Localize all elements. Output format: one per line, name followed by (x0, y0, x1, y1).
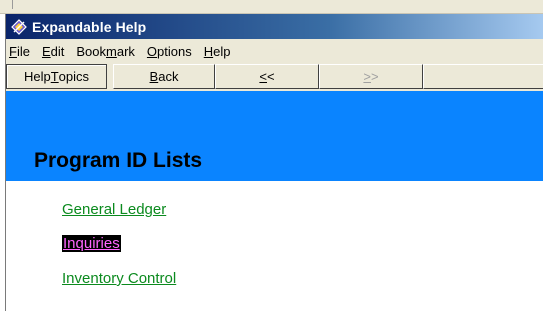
menu-bookmark[interactable]: Bookmark (70, 44, 141, 59)
title-bar[interactable]: Expandable Help (6, 14, 543, 39)
menu-edit[interactable]: Edit (36, 44, 70, 59)
desktop-strip (0, 0, 543, 14)
toolbar-empty-slot (423, 64, 543, 89)
next-topic-button[interactable]: >> (319, 64, 423, 89)
back-button[interactable]: Back (113, 64, 215, 89)
menu-help[interactable]: Help (198, 44, 237, 59)
help-content-pane[interactable]: Program ID Lists General Ledger Inquirie… (6, 91, 543, 311)
help-window: Expandable Help File Edit Bookmark Optio… (5, 14, 543, 311)
help-toolbar: Help Topics Back << >> (6, 64, 543, 89)
link-inventory-control[interactable]: Inventory Control (62, 270, 176, 287)
link-inquiries[interactable]: Inquiries (62, 235, 121, 252)
menu-bar: File Edit Bookmark Options Help (6, 41, 543, 62)
link-list: General Ledger Inquiries Inventory Contr… (62, 181, 532, 311)
page-title: Program ID Lists (34, 149, 203, 172)
link-general-ledger[interactable]: General Ledger (62, 201, 166, 218)
menu-options[interactable]: Options (141, 44, 198, 59)
window-title: Expandable Help (32, 18, 147, 35)
previous-topic-button[interactable]: << (215, 64, 319, 89)
menu-file[interactable]: File (6, 44, 36, 59)
help-book-icon (11, 18, 27, 35)
help-topics-button[interactable]: Help Topics (6, 64, 107, 89)
strip-divider (12, 0, 13, 9)
